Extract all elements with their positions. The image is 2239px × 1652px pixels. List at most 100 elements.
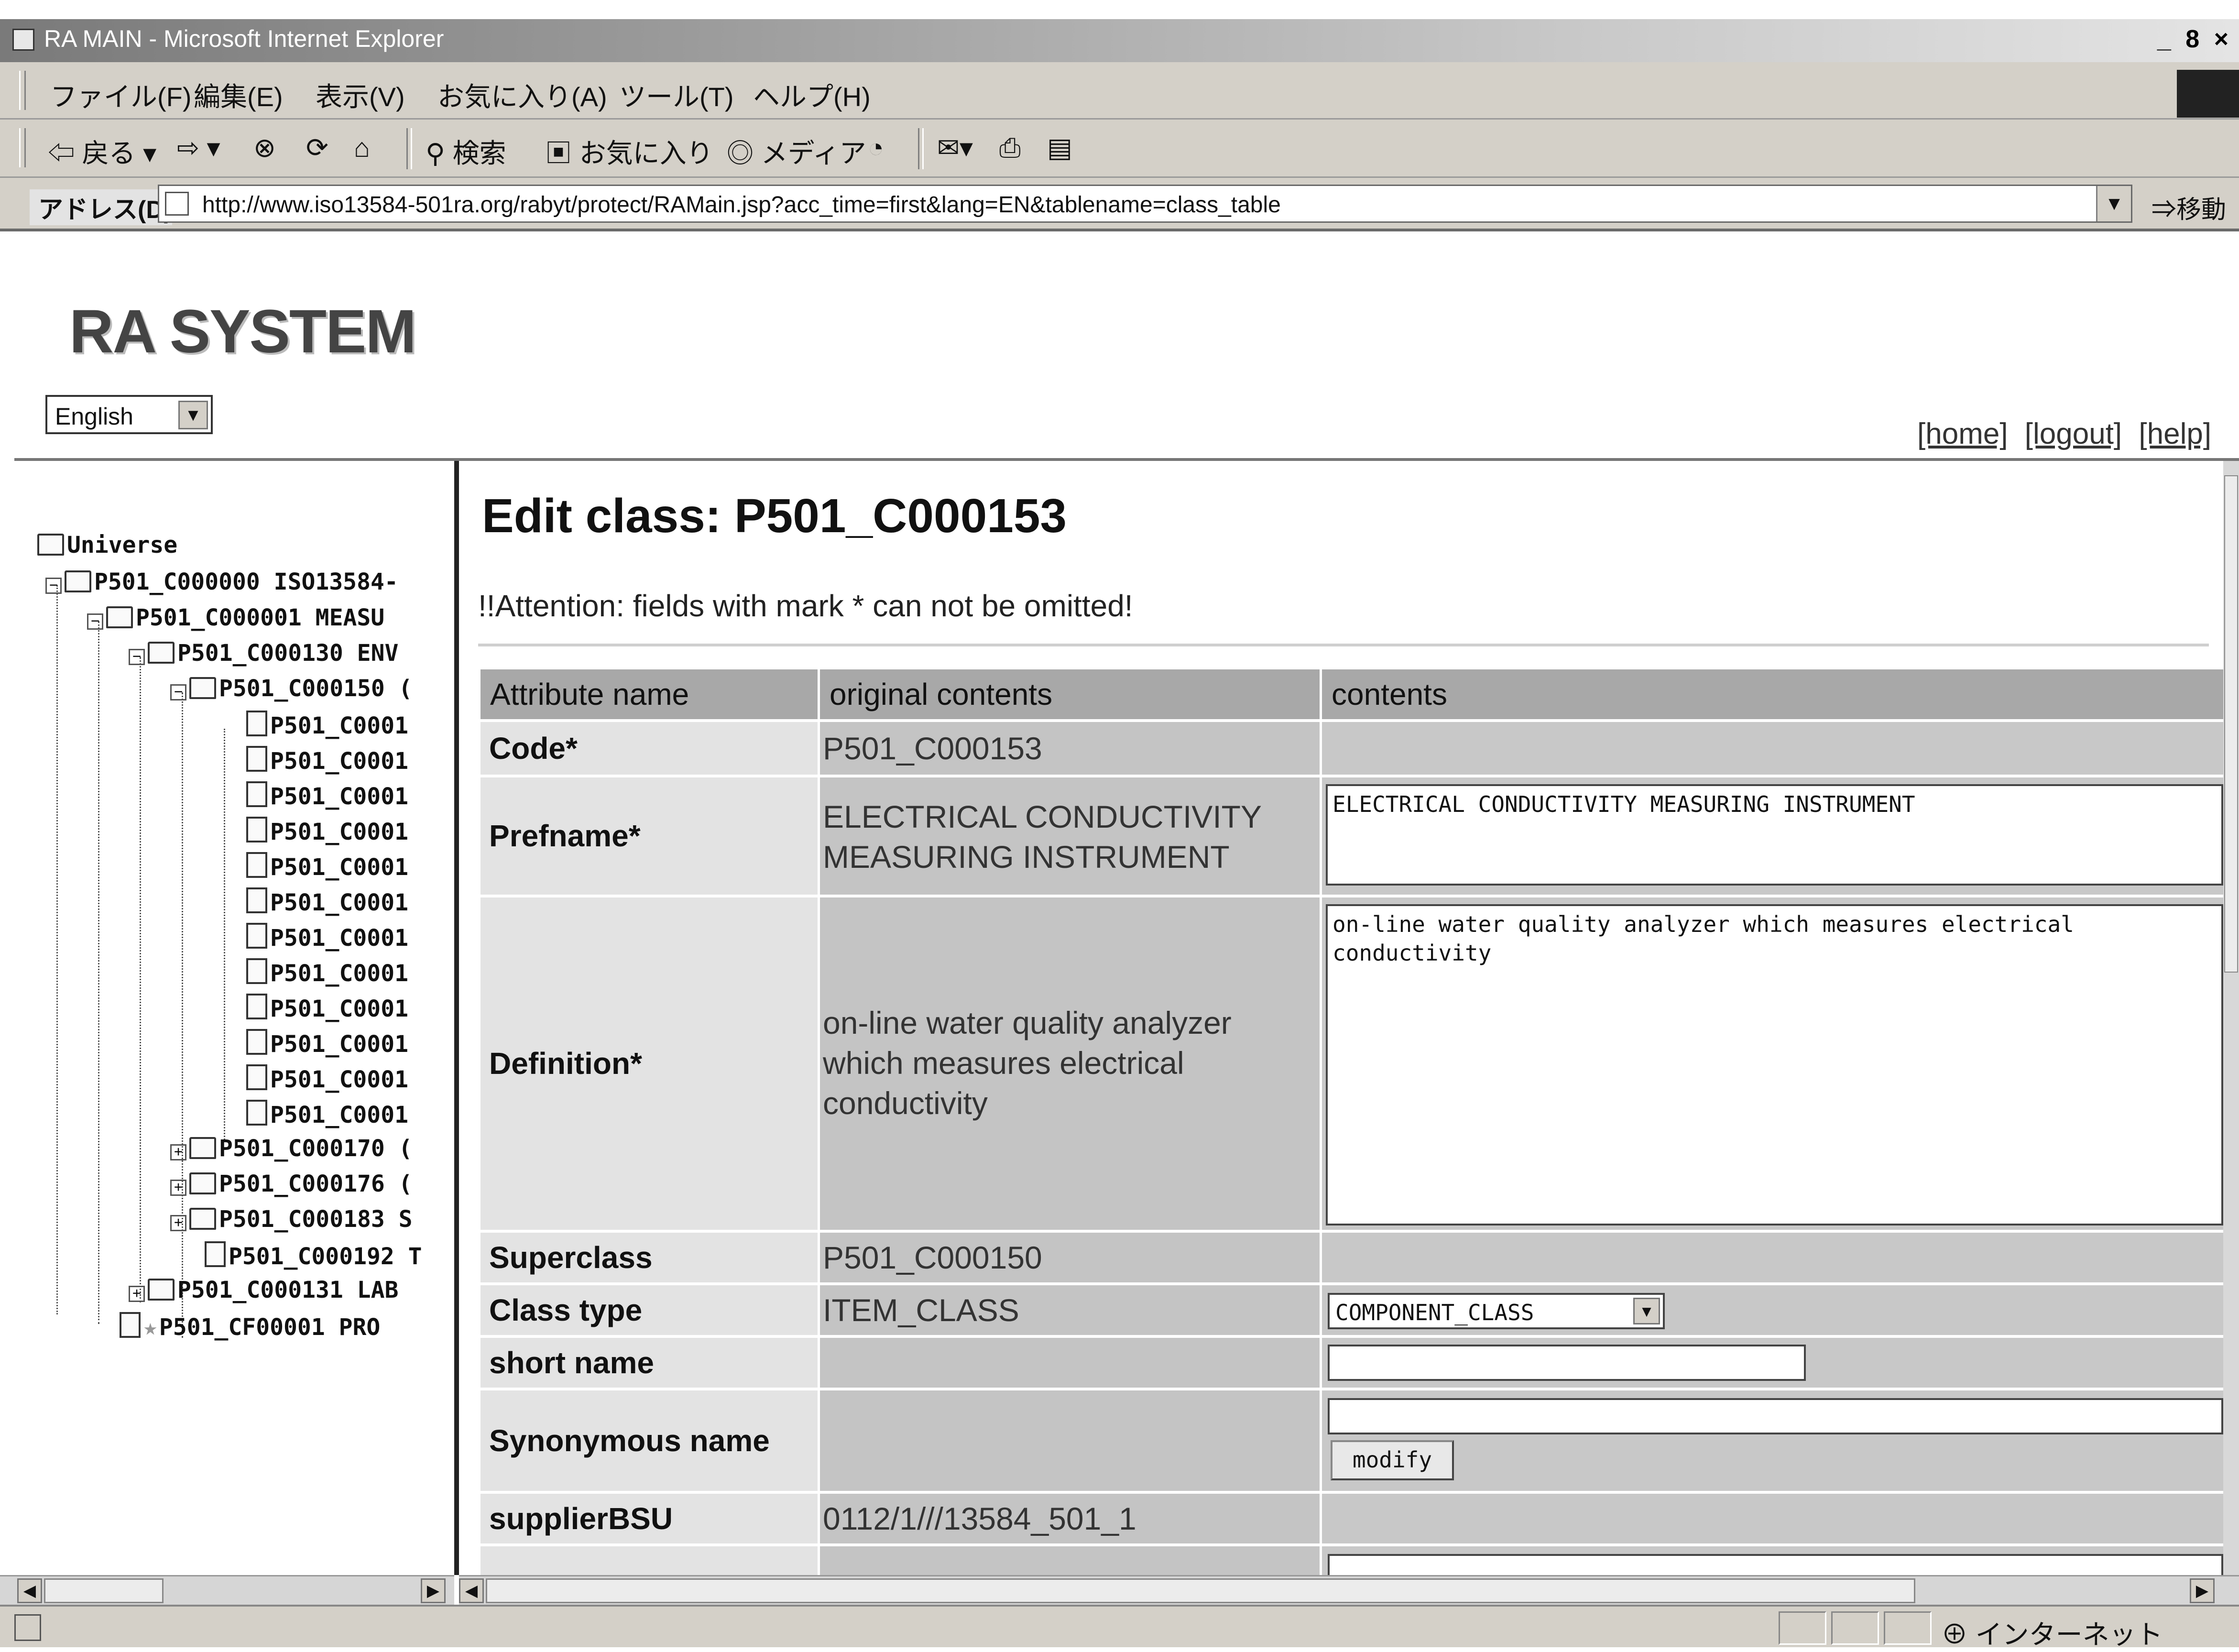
tree-leaf[interactable]: P501_C0001 <box>246 1100 408 1128</box>
globe-icon: ⊕ <box>1941 1619 1968 1650</box>
folder-icon <box>189 1137 216 1159</box>
modify-button[interactable]: modify <box>1331 1440 1454 1480</box>
content-horizontal-scrollbar[interactable]: ◀ ▶ <box>459 1575 2239 1606</box>
tree-item[interactable]: + P501_C000176 ( <box>170 1171 413 1197</box>
scroll-left-icon[interactable]: ◀ <box>17 1578 42 1603</box>
chevron-down-icon[interactable]: ▼ <box>1633 1298 1660 1324</box>
label-supplier-bsu: supplierBSU <box>481 1494 818 1543</box>
home-icon[interactable]: ⌂ <box>354 132 370 163</box>
tree-item[interactable]: + P501_C000131 LAB <box>129 1277 398 1303</box>
search-label: 検索 <box>452 138 506 168</box>
address-input[interactable]: http://www.iso13584-501ra.org/rabyt/prot… <box>158 185 2132 223</box>
tree-leaf[interactable]: P501_C0001 <box>246 1064 408 1093</box>
forward-button[interactable]: ⇨ ▾ <box>177 132 220 164</box>
tree-item[interactable]: + P501_C000183 S <box>170 1206 413 1233</box>
tree-leaf[interactable]: P501_C0001 <box>246 781 408 810</box>
help-link[interactable]: [help] <box>2139 417 2211 450</box>
tree-item[interactable]: − P501_C000001 MEASU <box>87 604 384 631</box>
tree-item-label: P501_C0001 <box>270 996 408 1022</box>
history-icon[interactable]: ◔ <box>868 132 884 163</box>
logout-link[interactable]: [logout] <box>2025 417 2122 450</box>
header-attribute-name: Attribute name <box>481 669 818 719</box>
definition-textarea[interactable]: on-line water quality analyzer which mea… <box>1326 904 2223 1225</box>
tree-item-label: P501_C0001 <box>270 712 408 739</box>
menu-favorites[interactable]: お気に入り(A) <box>437 76 607 114</box>
synonymous-name-input[interactable] <box>1328 1398 2223 1434</box>
menu-view[interactable]: 表示(V) <box>316 76 405 114</box>
tree-item[interactable]: − P501_C000130 ENV <box>129 640 398 667</box>
chevron-down-icon[interactable]: ▼ <box>178 401 208 429</box>
scroll-right-icon[interactable]: ▶ <box>421 1578 446 1603</box>
next-row-input[interactable] <box>1328 1554 2223 1575</box>
refresh-icon[interactable]: ⟳ <box>306 132 328 164</box>
scrollbar-thumb[interactable] <box>2224 475 2238 973</box>
address-dropdown-icon[interactable]: ▼ <box>2096 186 2131 221</box>
tree-leaf[interactable]: P501_C0001 <box>246 958 408 987</box>
prefname-textarea[interactable]: ELECTRICAL CONDUCTIVITY MEASURING INSTRU… <box>1326 784 2223 886</box>
class-type-value: COMPONENT_CLASS <box>1335 1300 1534 1325</box>
expand-icon[interactable]: + <box>129 1286 145 1302</box>
scroll-right-icon[interactable]: ▶ <box>2190 1578 2215 1603</box>
home-link[interactable]: [home] <box>1917 417 2008 450</box>
scrollbar-thumb[interactable] <box>44 1578 164 1603</box>
back-button[interactable]: ⇦ 戻る ▾ <box>48 132 156 171</box>
address-url: http://www.iso13584-501ra.org/rabyt/prot… <box>202 192 1281 218</box>
tree-leaf[interactable]: P501_C000192 T <box>205 1241 422 1270</box>
tree-leaf[interactable]: ★P501_CF00001 PRO <box>120 1312 380 1341</box>
tree-horizontal-scrollbar[interactable]: ◀ ▶ <box>0 1575 454 1606</box>
document-icon <box>246 994 267 1019</box>
print-icon[interactable]: ⎙ <box>999 132 1021 164</box>
tree-root[interactable]: Universe <box>37 532 177 558</box>
scroll-left-icon[interactable]: ◀ <box>459 1578 484 1603</box>
tree-leaf[interactable]: P501_C0001 <box>246 817 408 845</box>
folder-icon <box>189 1172 216 1194</box>
expand-icon[interactable]: + <box>170 1144 186 1160</box>
language-select[interactable]: English ▼ <box>45 395 213 434</box>
collapse-icon[interactable]: − <box>170 684 186 700</box>
mail-icon[interactable]: ✉▾ <box>937 132 973 164</box>
collapse-icon[interactable]: − <box>87 613 103 630</box>
favorites-button[interactable]: ▣ お気に入り <box>545 132 713 171</box>
tree-item-label: P501_C0001 <box>270 1102 408 1128</box>
search-button[interactable]: ⚲ 検索 <box>426 132 506 171</box>
tree-leaf[interactable]: P501_C0001 <box>246 887 408 916</box>
tree-leaf[interactable]: P501_C0001 <box>246 711 408 739</box>
menu-tools[interactable]: ツール(T) <box>619 76 734 114</box>
stop-icon[interactable]: ⊗ <box>253 132 276 164</box>
tree-item-label: P501_C0001 <box>270 854 408 881</box>
original-supplier-bsu: 0112/1///13584_501_1 <box>820 1494 1320 1543</box>
scrollbar-thumb[interactable] <box>486 1578 1915 1603</box>
content-vertical-scrollbar[interactable] <box>2223 461 2239 1575</box>
expand-icon[interactable]: + <box>170 1180 186 1196</box>
window-controls[interactable]: _ 8 × <box>2157 25 2232 54</box>
document-icon <box>246 923 267 949</box>
menu-grip <box>19 71 26 110</box>
tree-item[interactable]: − P501_C000150 ( <box>170 675 413 702</box>
expand-icon[interactable]: + <box>170 1215 186 1231</box>
media-button[interactable]: ◎ メディア <box>727 132 866 171</box>
window-title: RA MAIN - Microsoft Internet Explorer <box>44 25 444 52</box>
collapse-icon[interactable]: − <box>45 578 62 594</box>
menu-edit[interactable]: 編集(E) <box>194 76 283 114</box>
favorites-icon: ▣ <box>545 138 572 168</box>
go-button[interactable]: ⇒移動 <box>2152 189 2226 225</box>
zone-label: インターネット <box>1975 1619 2163 1650</box>
class-type-select[interactable]: COMPONENT_CLASS ▼ <box>1328 1293 1665 1329</box>
tree-leaf[interactable]: P501_C0001 <box>246 994 408 1022</box>
tree-leaf[interactable]: P501_C0001 <box>246 923 408 952</box>
frame-divider[interactable] <box>454 461 459 1575</box>
tree-item[interactable]: − P501_C000000 ISO13584- <box>45 569 398 595</box>
windows-logo-icon <box>2177 70 2239 118</box>
status-bar: ⊕ インターネット <box>0 1605 2239 1650</box>
short-name-input[interactable] <box>1328 1345 1806 1381</box>
edit-icon[interactable]: ▤ <box>1047 132 1072 164</box>
tree-leaf[interactable]: P501_C0001 <box>246 746 408 775</box>
tree-leaf[interactable]: P501_C0001 <box>246 1029 408 1058</box>
folder-open-icon <box>189 677 216 699</box>
menu-help[interactable]: ヘルプ(H) <box>753 76 871 114</box>
tree-leaf[interactable]: P501_C0001 <box>246 852 408 881</box>
collapse-icon[interactable]: − <box>129 649 145 665</box>
tree-item[interactable]: + P501_C000170 ( <box>170 1135 413 1162</box>
toolbar-separator <box>406 128 412 169</box>
menu-file[interactable]: ファイル(F) <box>50 76 192 114</box>
